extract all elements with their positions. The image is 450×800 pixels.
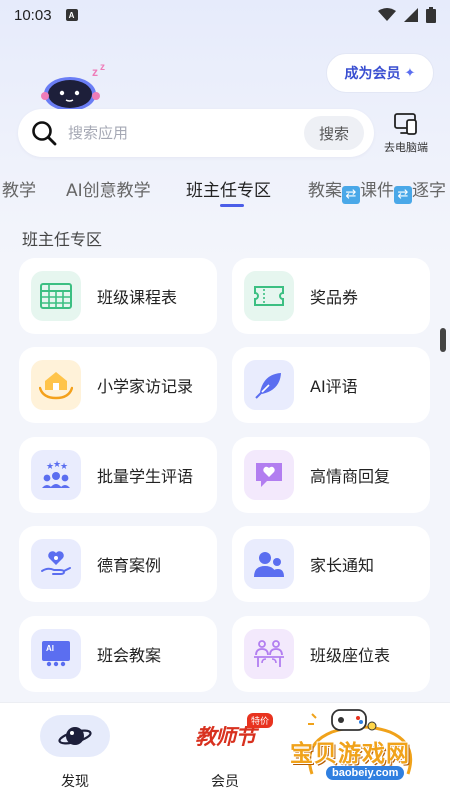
seating-icon bbox=[244, 629, 294, 679]
card-class-meeting-plan[interactable]: AI 班会教案 bbox=[19, 616, 217, 692]
card-home-visit[interactable]: 小学家访记录 bbox=[19, 347, 217, 423]
status-time: 10:03 bbox=[14, 6, 52, 24]
card-label: 班级座位表 bbox=[310, 646, 391, 665]
active-tab-indicator bbox=[220, 204, 244, 207]
timetable-icon bbox=[31, 271, 81, 321]
battery-icon bbox=[426, 7, 436, 23]
home-visit-icon bbox=[31, 360, 81, 410]
status-bar: 10:03 A bbox=[0, 0, 450, 30]
tab-class-teacher[interactable]: 班主任专区 bbox=[186, 176, 271, 201]
card-label: 德育案例 bbox=[97, 556, 162, 575]
search-bar: 搜索 bbox=[18, 109, 374, 157]
card-label: 班级课程表 bbox=[97, 288, 178, 307]
category-tabs: 教学 AI创意教学 班主任专区 教案 ⇄ 课件 ⇄ 逐字 bbox=[0, 170, 450, 210]
card-ai-comment[interactable]: AI评语 bbox=[232, 347, 430, 423]
search-button[interactable]: 搜索 bbox=[304, 116, 364, 150]
heart-chat-icon bbox=[244, 450, 294, 500]
mascot-icon: z z bbox=[41, 62, 105, 111]
card-label: AI评语 bbox=[310, 377, 358, 396]
planet-icon bbox=[58, 727, 92, 745]
card-label: 高情商回复 bbox=[310, 467, 391, 486]
card-batch-student-comment[interactable]: ★ ★ ★ 批量学生评语 bbox=[19, 437, 217, 513]
status-icons bbox=[378, 7, 436, 23]
svg-text:AI: AI bbox=[46, 644, 54, 653]
swap-icon: ⇄ bbox=[394, 186, 412, 204]
tab-teaching[interactable]: 教学 bbox=[2, 176, 36, 201]
desktop-phone-icon bbox=[394, 113, 417, 135]
svg-text:z: z bbox=[92, 65, 98, 79]
member-button-label: 成为会员 bbox=[344, 66, 401, 82]
nav-discover[interactable]: 发现 bbox=[40, 715, 110, 795]
special-price-badge: 特价 bbox=[246, 713, 273, 728]
sparkle-icon: ✦ bbox=[404, 65, 416, 81]
card-label: 批量学生评语 bbox=[97, 467, 194, 486]
students-stars-icon: ★ ★ ★ bbox=[31, 450, 81, 500]
meeting-board-icon: AI bbox=[31, 629, 81, 679]
tab-verbatim-label: 逐字 bbox=[412, 181, 446, 201]
ticket-icon bbox=[244, 271, 294, 321]
notification-icon: A bbox=[65, 9, 78, 21]
feather-pen-icon bbox=[244, 360, 294, 410]
card-seating-chart[interactable]: 班级座位表 bbox=[232, 616, 430, 692]
nav-member[interactable]: 教师节 特价 会员 bbox=[175, 713, 275, 795]
signal-icon bbox=[404, 8, 418, 22]
card-label: 家长通知 bbox=[310, 556, 375, 575]
tab-lesson-plan[interactable]: 教案 ⇄ 课件 ⇄ 逐字 bbox=[308, 176, 446, 204]
nav-discover-bubble bbox=[40, 715, 110, 757]
card-label: 班会教案 bbox=[97, 646, 162, 665]
search-input[interactable] bbox=[68, 124, 304, 142]
watermark-title: 宝贝游戏网 bbox=[290, 741, 410, 767]
desktop-link[interactable]: 去电脑端 bbox=[378, 112, 434, 158]
card-class-timetable[interactable]: 班级课程表 bbox=[19, 258, 217, 334]
tab-courseware-label: 课件 bbox=[360, 181, 394, 201]
watermark-url: baobeiy.com bbox=[326, 766, 405, 780]
wifi-icon bbox=[378, 8, 396, 21]
card-eq-reply[interactable]: 高情商回复 bbox=[232, 437, 430, 513]
card-label: 奖品券 bbox=[310, 288, 359, 307]
nav-member-label: 会员 bbox=[211, 774, 239, 790]
svg-text:★: ★ bbox=[60, 462, 68, 472]
nav-discover-label: 发现 bbox=[61, 774, 89, 790]
watermark: 宝贝游戏网 baobeiy.com bbox=[272, 704, 450, 796]
search-icon bbox=[32, 121, 57, 146]
desktop-link-label: 去电脑端 bbox=[384, 141, 428, 154]
swap-icon: ⇄ bbox=[342, 186, 360, 204]
section-title: 班主任专区 bbox=[22, 230, 103, 249]
tab-ai-creative[interactable]: AI创意教学 bbox=[66, 176, 151, 201]
heart-hand-icon bbox=[31, 539, 81, 589]
teachers-day-logo: 教师节 特价 bbox=[175, 713, 275, 757]
card-label: 小学家访记录 bbox=[97, 377, 194, 396]
card-moral-education[interactable]: 德育案例 bbox=[19, 526, 217, 602]
become-member-button[interactable]: 成为会员 ✦ bbox=[326, 53, 434, 93]
parents-icon bbox=[244, 539, 294, 589]
tab-lesson-plan-label: 教案 bbox=[308, 181, 342, 201]
scrollbar[interactable] bbox=[440, 328, 446, 352]
card-prize-ticket[interactable]: 奖品券 bbox=[232, 258, 430, 334]
card-parent-notice[interactable]: 家长通知 bbox=[232, 526, 430, 602]
svg-text:z: z bbox=[100, 62, 105, 73]
